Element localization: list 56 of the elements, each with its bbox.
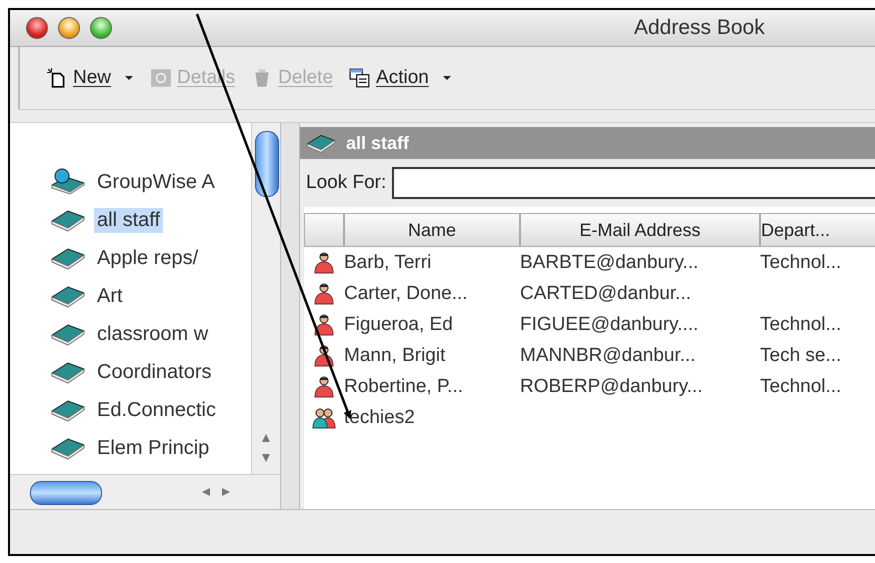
table-cell: MANNBR@danbur... <box>520 344 696 366</box>
table-cell: Technol... <box>760 252 842 272</box>
table-cell: Tech se... <box>760 344 842 366</box>
sidebar-item[interactable]: Art <box>10 277 251 315</box>
table-cell: techies2 <box>344 406 415 428</box>
book-title: all staff <box>346 132 410 154</box>
table-cell: CARTED@danbur... <box>520 282 692 304</box>
column-header[interactable]: Depart... <box>760 213 875 247</box>
caret-icon <box>124 75 134 81</box>
details-icon <box>150 67 172 89</box>
sidebar-item[interactable]: GroupWise A <box>10 163 251 201</box>
close-button[interactable] <box>26 17 48 39</box>
table-cell: Mann, Brigit <box>344 344 446 366</box>
horizontal-scrollbar[interactable] <box>10 474 280 509</box>
table-cell: Figueroa, Ed <box>344 314 453 334</box>
person-icon <box>312 250 336 274</box>
toolbar-button[interactable]: New <box>42 65 138 91</box>
column-header[interactable]: Name <box>344 213 520 247</box>
table-row[interactable]: Barb, Terri BARBTE@danbury... Technol... <box>304 247 875 278</box>
table-row[interactable]: Carter, Done... CARTED@danbur... <box>304 278 875 309</box>
table-cell: Carter, Done... <box>344 282 468 304</box>
splitter-handle[interactable] <box>280 123 300 509</box>
table-cell: ROBERP@danbury... <box>520 376 703 396</box>
table-cell: FIGUEE@danbury.... <box>520 314 698 334</box>
scroll-thumb[interactable] <box>30 481 102 505</box>
caret-icon <box>442 75 452 81</box>
scroll-thumb[interactable] <box>255 131 279 197</box>
sidebar-item[interactable]: Elem Princip <box>10 429 251 467</box>
group-icon <box>312 406 336 430</box>
person-icon <box>312 312 336 336</box>
sidebar-item[interactable]: Coordinators <box>10 353 251 391</box>
sidebar-item[interactable]: classroom w <box>10 315 251 353</box>
sidebar-item[interactable]: all staff <box>10 201 251 239</box>
table-cell: BARBTE@danbury... <box>520 252 698 272</box>
person-icon <box>312 282 336 306</box>
sidebar-item[interactable]: Apple reps/ <box>10 239 251 277</box>
zoom-button[interactable] <box>90 17 112 39</box>
window-title: Address Book <box>634 16 765 40</box>
table-cell: Robertine, P... <box>344 376 464 396</box>
windows-icon <box>349 67 372 89</box>
table-cell: Technol... <box>760 314 842 334</box>
table-cell: Barb, Terri <box>344 252 432 272</box>
table-row[interactable]: Figueroa, Ed FIGUEE@danbury.... Technol... <box>304 309 875 340</box>
look-for-label: Look For: <box>306 172 386 194</box>
table-row[interactable]: Robertine, P... ROBERP@danbury... Technol... <box>304 371 875 402</box>
column-header[interactable]: E-Mail Address <box>520 213 760 247</box>
table-cell: Technol... <box>760 376 842 396</box>
person-icon <box>312 374 336 398</box>
table-row[interactable]: techies2 <box>304 402 875 433</box>
table-row[interactable]: Mann, Brigit MANNBR@danbur... Tech se... <box>304 340 875 371</box>
look-for-field[interactable] <box>392 167 875 199</box>
vertical-scrollbar[interactable] <box>251 123 280 474</box>
toolbar-button[interactable]: Action <box>345 65 456 91</box>
minimize-button[interactable] <box>58 17 80 39</box>
person-icon <box>312 344 336 368</box>
sidebar-item[interactable]: Ed.Connectic <box>10 391 251 429</box>
